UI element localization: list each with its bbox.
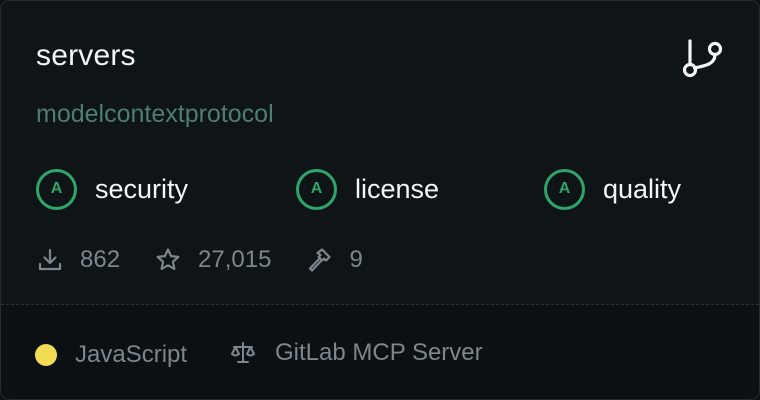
downloads-count: 862 (80, 246, 121, 273)
tools-count: 9 (349, 246, 363, 273)
stars-count: 27,015 (198, 246, 272, 273)
quality-grade-label: quality (603, 173, 682, 204)
hammer-icon (309, 248, 332, 272)
downloads-stat: 862 (36, 246, 120, 274)
license-grade-badge: A (296, 168, 337, 210)
security-grade: A security (36, 166, 188, 212)
license-grade: A license (296, 166, 439, 212)
tools-stat: 9 (305, 246, 363, 274)
repo-name[interactable]: servers (36, 39, 136, 73)
stars-stat: 27,015 (154, 246, 271, 274)
git-fork-icon[interactable] (679, 37, 727, 85)
scale-icon (231, 342, 255, 363)
quality-grade-badge: A (544, 168, 585, 210)
repo-owner[interactable]: modelcontextprotocol (36, 100, 274, 129)
license-info: GitLab MCP Server (229, 339, 483, 367)
stats-row: 862 27,015 9 (36, 243, 397, 277)
server-card[interactable]: servers modelcontextprotocol A security … (0, 0, 760, 400)
quality-grade: A quality (544, 166, 681, 212)
license-label: GitLab MCP Server (275, 339, 483, 366)
language-info: JavaScript (35, 341, 187, 369)
security-grade-label: security (95, 173, 189, 204)
security-grade-badge: A (36, 168, 77, 210)
license-grade-label: license (355, 173, 440, 204)
download-icon (38, 248, 62, 271)
language-label: JavaScript (75, 341, 188, 368)
star-icon (156, 248, 180, 270)
card-footer: JavaScript GitLab MCP Server (1, 305, 759, 399)
language-color-dot (35, 344, 57, 366)
